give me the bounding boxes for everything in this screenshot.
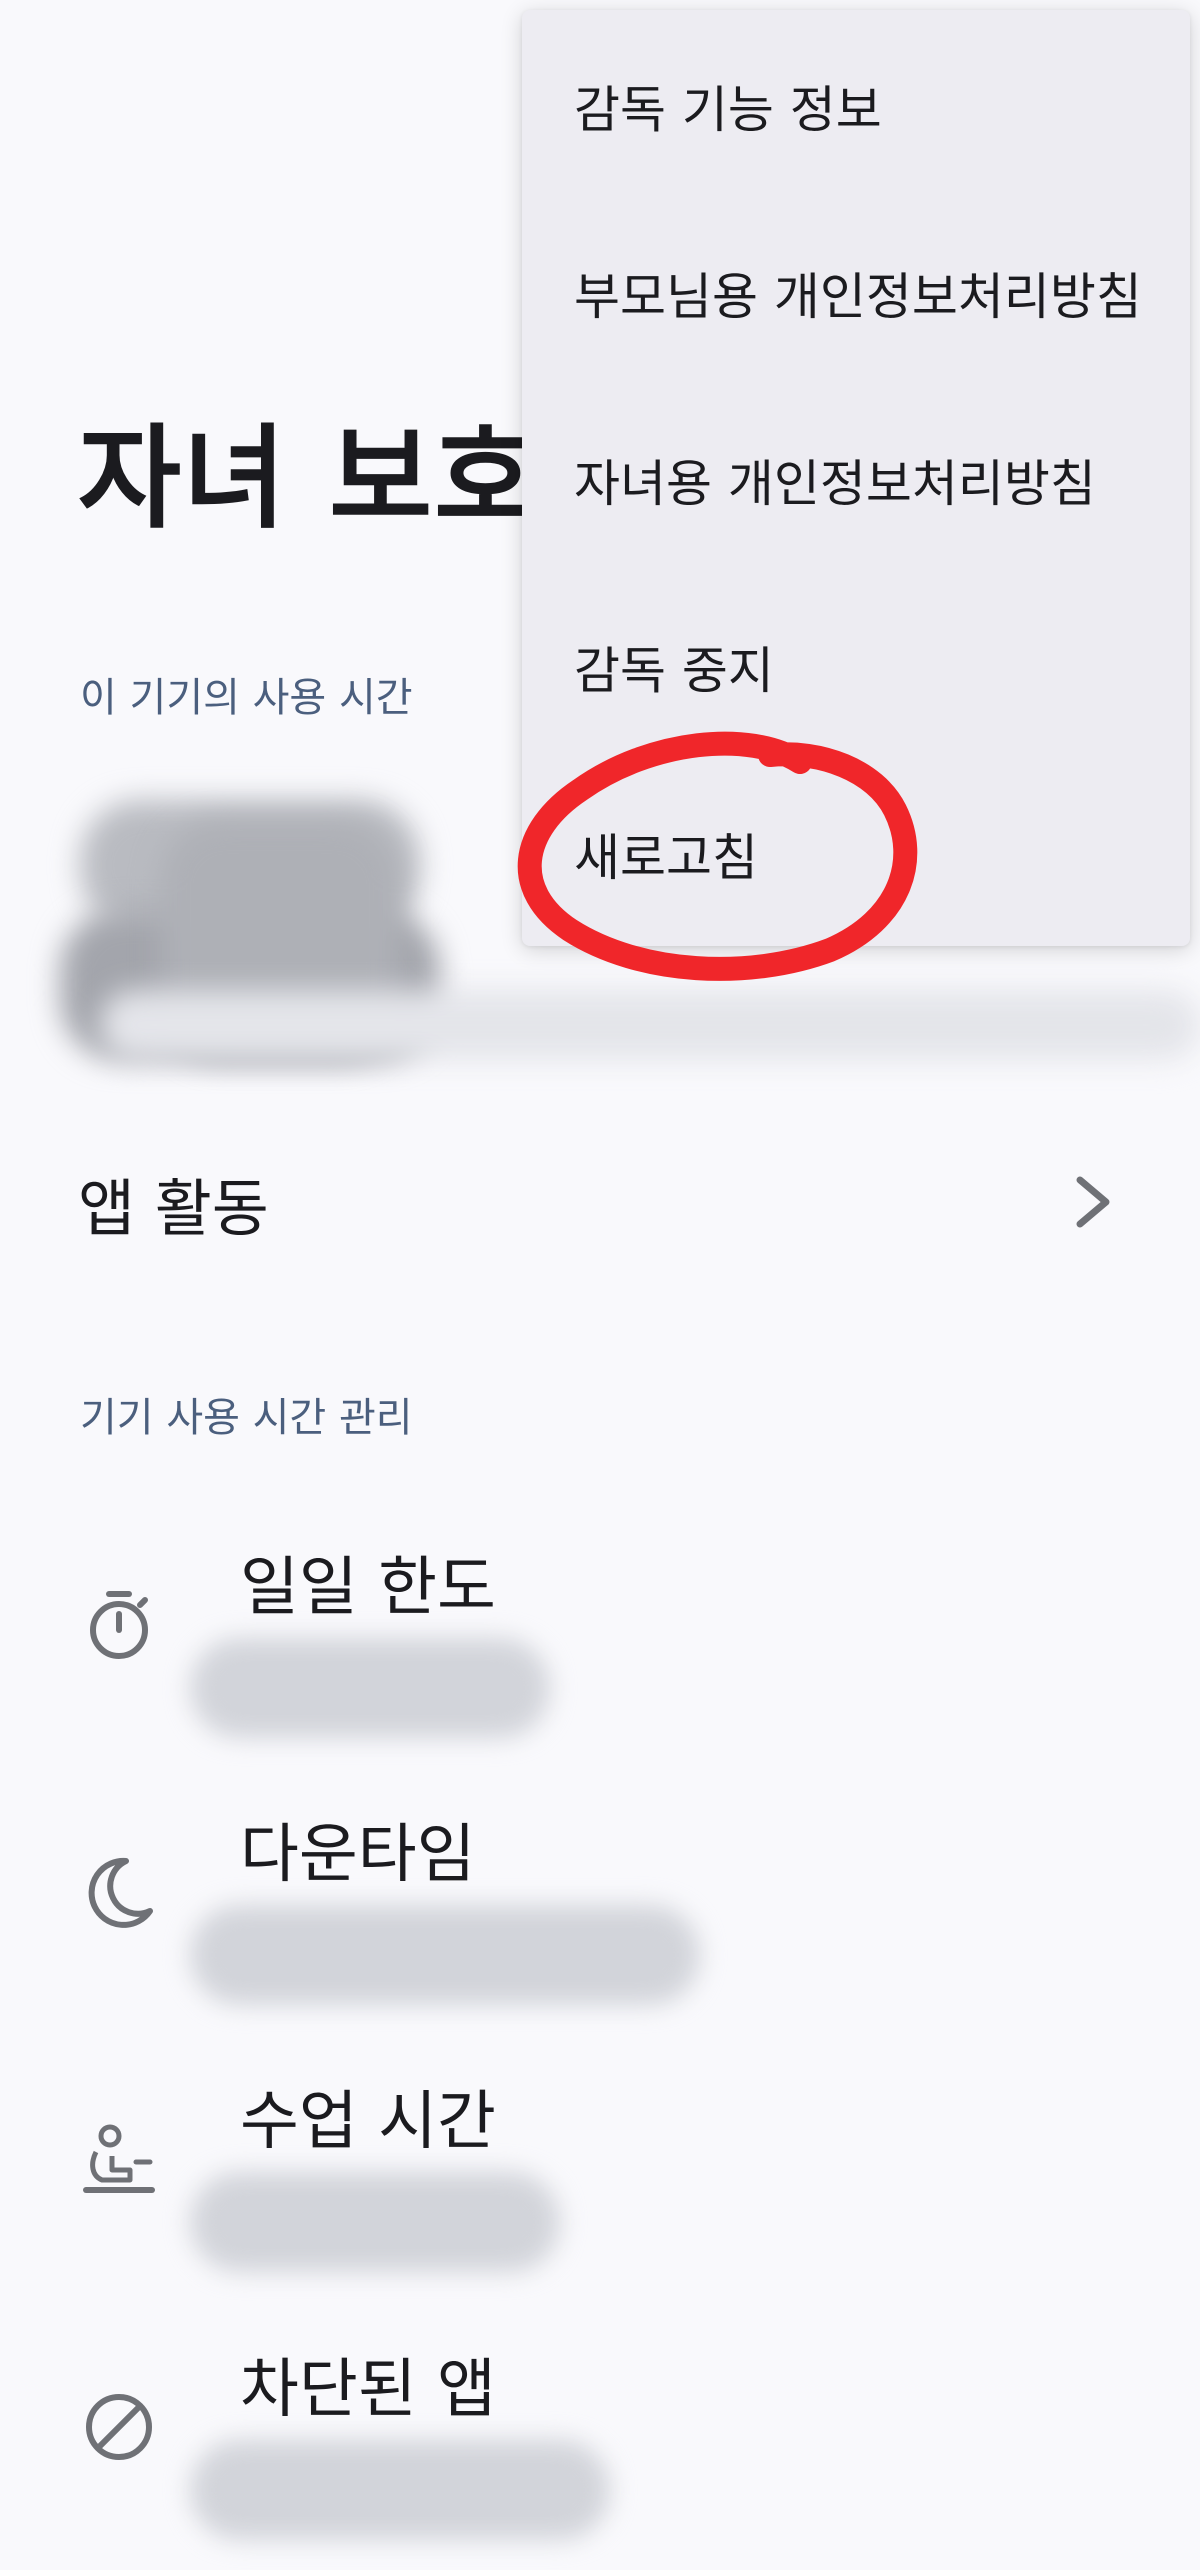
overflow-menu: 감독 기능 정보 부모님용 개인정보처리방침 자녀용 개인정보처리방침 감독 중…	[522, 10, 1190, 946]
menu-item-label: 새로고침	[574, 829, 758, 887]
menu-item-label: 자녀용 개인정보처리방침	[574, 455, 1096, 513]
blocked-apps-row[interactable]: 차단된 앱	[0, 2330, 1200, 2570]
management-section-header: 기기 사용 시간 관리	[80, 1395, 413, 1441]
school-time-title: 수업 시간	[240, 2085, 496, 2159]
app-activity-row[interactable]: 앱 활동	[0, 1120, 1200, 1280]
daily-limit-subtitle-blurred	[190, 1638, 550, 1738]
page-title: 자녀 보호	[78, 414, 540, 544]
menu-item-child-privacy-policy[interactable]: 자녀용 개인정보처리방침	[522, 384, 1190, 571]
menu-item-stop-supervision[interactable]: 감독 중지	[522, 571, 1190, 758]
daily-limit-row[interactable]: 일일 한도	[0, 1528, 1200, 1768]
menu-item-refresh[interactable]: 새로고침	[522, 758, 1190, 945]
menu-item-parent-privacy-policy[interactable]: 부모님용 개인정보처리방침	[522, 197, 1190, 384]
school-time-row[interactable]: 수업 시간	[0, 2062, 1200, 2302]
usage-section-header: 이 기기의 사용 시간	[80, 675, 413, 721]
blocked-apps-subtitle-blurred	[190, 2440, 610, 2540]
student-desk-icon	[83, 2124, 155, 2193]
blocked-apps-title: 차단된 앱	[240, 2353, 496, 2427]
chevron-right-icon	[1076, 1176, 1110, 1228]
school-time-subtitle-blurred	[190, 2172, 560, 2272]
moon-icon	[88, 1857, 153, 1928]
menu-item-label: 감독 기능 정보	[574, 81, 882, 139]
timer-icon	[90, 1591, 148, 1659]
daily-limit-title: 일일 한도	[240, 1551, 496, 1625]
downtime-subtitle-blurred	[190, 1905, 700, 2005]
menu-item-supervision-info[interactable]: 감독 기능 정보	[522, 10, 1190, 197]
app-activity-label: 앱 활동	[78, 1172, 269, 1245]
downtime-row[interactable]: 다운타임	[0, 1795, 1200, 2035]
menu-item-label: 부모님용 개인정보처리방침	[574, 268, 1142, 326]
menu-item-label: 감독 중지	[574, 642, 774, 700]
block-icon	[86, 2394, 152, 2460]
downtime-title: 다운타임	[240, 1818, 476, 1892]
